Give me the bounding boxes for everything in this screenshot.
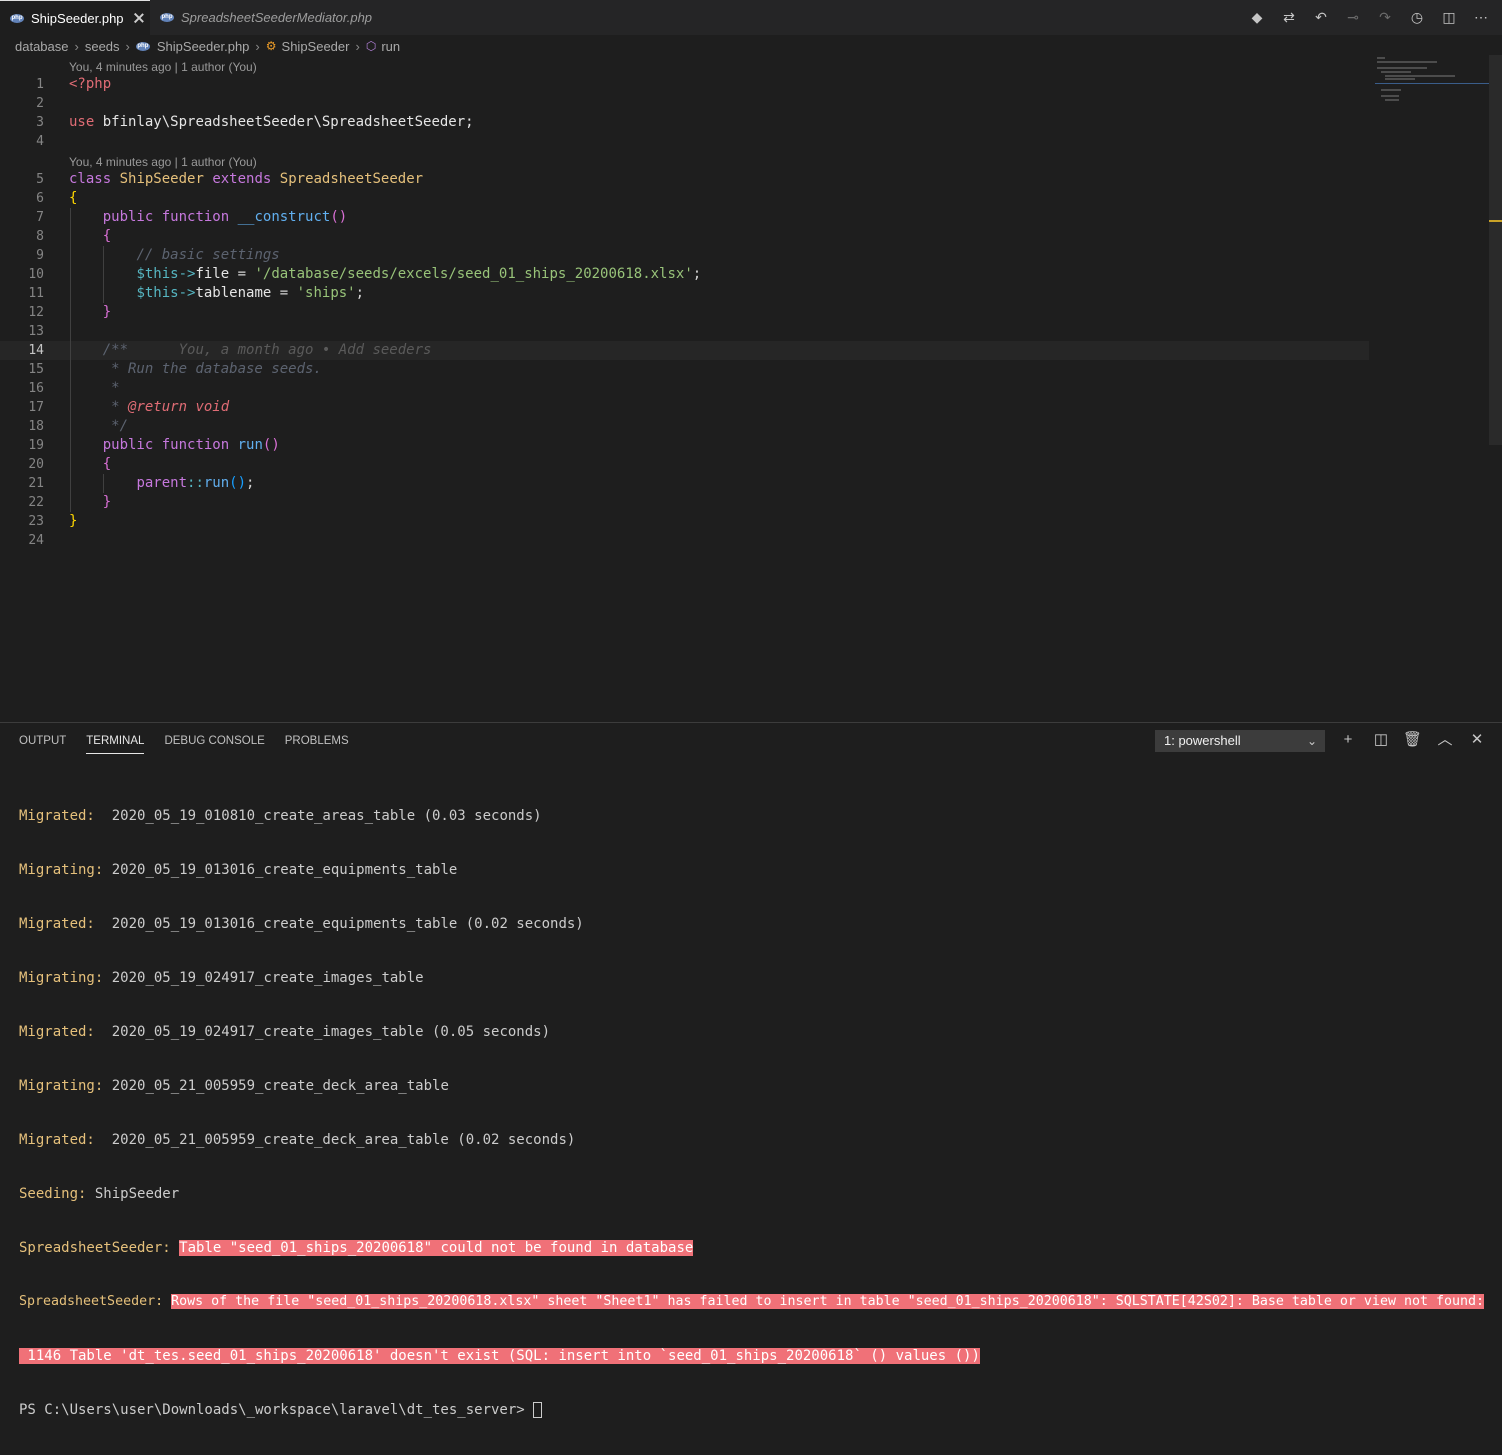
code-line: 19 public function run() [28,437,280,453]
indent-guide [70,208,71,512]
commit-icon[interactable]: ⊸ [1344,8,1362,26]
close-icon[interactable] [132,11,146,25]
breadcrumb-item[interactable]: database [15,39,69,54]
code-line: 10 $this->file = '/database/seeds/excels… [28,266,702,282]
code-line: 12 } [28,304,112,320]
class-icon: ⚙ [265,39,277,53]
code-line: 18 */ [28,418,129,434]
indent-guide [103,246,104,303]
terminal-error-line: SpreadsheetSeeder: Table "seed_01_ships_… [19,1240,694,1256]
terminal-line: Migrated: 2020_05_19_024917_create_image… [19,1024,551,1040]
new-terminal-icon[interactable]: + [1339,731,1357,749]
codelens-authors[interactable]: You, 4 minutes ago | 1 author (You) [69,154,257,170]
trash-icon[interactable]: 🗑 [1403,731,1422,749]
tab-spreadsheet-seeder-mediator[interactable]: php SpreadsheetSeederMediator.php [150,0,380,35]
php-file-icon: php [10,13,24,23]
codelens-authors[interactable]: You, 4 minutes ago | 1 author (You) [69,59,257,75]
tab-shipseeder[interactable]: php ShipSeeder.php [0,0,150,35]
chevron-right-icon: › [74,38,79,54]
tab-label: SpreadsheetSeederMediator.php [181,10,373,25]
bottom-panel: OUTPUT TERMINAL DEBUG CONSOLE PROBLEMS 1… [0,722,1502,1418]
editor-actions: ◆ ⇄ ↶ ⊸ ↷ ◷ ◫ ⋯ [1248,8,1490,26]
terminal-line: Migrating: 2020_05_19_013016_create_equi… [19,862,458,878]
close-panel-icon[interactable]: ✕ [1468,731,1486,749]
breadcrumb-item[interactable]: run [381,39,400,54]
git-blame-annotation: You, a month ago • Add seeders [178,342,432,358]
tab-terminal[interactable]: TERMINAL [86,735,145,754]
code-line: 6{ [36,190,78,206]
git-compare-icon[interactable]: ◆ [1248,8,1266,26]
previous-change-icon[interactable]: ↶ [1312,8,1330,26]
terminal-select[interactable]: 1: powershell ⌄ [1155,730,1325,752]
panel-tabs: OUTPUT TERMINAL DEBUG CONSOLE PROBLEMS [19,735,349,754]
minimap[interactable] [1375,55,1490,115]
split-editor-icon[interactable]: ◫ [1440,8,1458,26]
tab-debug-console[interactable]: DEBUG CONSOLE [164,735,264,754]
code-line: 9 // basic settings [36,247,280,263]
code-line: 17 * @return void [28,399,230,415]
code-line: 24 [28,533,44,548]
tab-output[interactable]: OUTPUT [19,735,66,754]
terminal-line: Migrated: 2020_05_21_005959_create_deck_… [19,1132,576,1148]
chevron-right-icon: › [125,38,130,54]
terminal-cursor [533,1402,543,1418]
code-line-current: 14 /** You, a month ago • Add seeders [0,341,1369,360]
terminal-line: Migrating: 2020_05_21_005959_create_deck… [19,1078,449,1094]
method-icon: ⬡ [365,39,377,53]
terminal-line: Migrated: 2020_05_19_013016_create_equip… [19,916,584,932]
indent-guide [103,474,104,493]
code-line: 11 $this->tablename = 'ships'; [28,285,365,301]
php-file-icon: php [135,41,150,51]
php-file-icon: php [160,13,174,22]
terminal-line: Seeding: ShipSeeder [19,1186,180,1202]
code-line: 16 * [28,380,120,396]
breadcrumb-item[interactable]: ShipSeeder [282,39,350,54]
code-line: 8 { [36,228,112,244]
code-line: 20 { [28,456,112,472]
code-line: 13 [28,324,44,339]
open-changes-icon[interactable]: ⇄ [1280,8,1298,26]
code-line: 1 <?php [36,76,112,92]
terminal-prompt[interactable]: PS C:\Users\user\Downloads\_workspace\la… [19,1401,1484,1419]
breadcrumb-item[interactable]: seeds [85,39,120,54]
editor-tab-bar: php ShipSeeder.php php SpreadsheetSeeder… [0,0,1502,35]
terminal-output[interactable]: Migrated: 2020_05_19_010810_create_areas… [19,771,1485,1455]
chevron-right-icon: › [355,38,360,54]
editor-scrollbar[interactable] [1489,55,1502,445]
code-line: 3 use bfinlay\SpreadsheetSeeder\Spreadshe… [36,114,474,130]
breadcrumb: database › seeds › php ShipSeeder.php › … [15,36,400,56]
code-line: 23} [28,513,78,529]
next-change-icon[interactable]: ↷ [1376,8,1394,26]
code-line: 15 * Run the database seeds. [28,361,322,377]
code-editor[interactable]: You, 4 minutes ago | 1 author (You) 1 <?p… [0,58,1369,718]
breadcrumb-item[interactable]: ShipSeeder.php [157,39,250,54]
tab-label: ShipSeeder.php [31,10,124,26]
code-line: 21 parent::run(); [28,475,255,491]
terminal-error-line: 1146 Table 'dt_tes.seed_01_ships_2020061… [19,1348,980,1364]
terminal-select-value: 1: powershell [1164,733,1241,748]
scrollbar-marker [1489,220,1502,222]
code-line: 4 [36,134,44,149]
terminal-line: Migrated: 2020_05_19_010810_create_areas… [19,808,542,824]
code-line: 5 class ShipSeeder extends SpreadsheetSee… [36,171,424,187]
chevron-right-icon: › [255,38,260,54]
chevron-down-icon: ⌄ [1306,734,1317,748]
more-actions-icon[interactable]: ⋯ [1472,8,1490,26]
code-line: 7 public function __construct() [36,209,348,225]
code-line: 2 [36,96,44,111]
split-terminal-icon[interactable]: ◫ [1372,731,1390,749]
terminal-line: Migrating: 2020_05_19_024917_create_imag… [19,970,424,986]
tab-problems[interactable]: PROBLEMS [285,735,349,754]
terminal-error-line: SpreadsheetSeeder: Rows of the file "see… [19,1294,1485,1309]
timeline-icon[interactable]: ◷ [1408,8,1426,26]
code-line: 22 } [28,494,112,510]
maximize-panel-icon[interactable]: ︿ [1436,731,1454,749]
